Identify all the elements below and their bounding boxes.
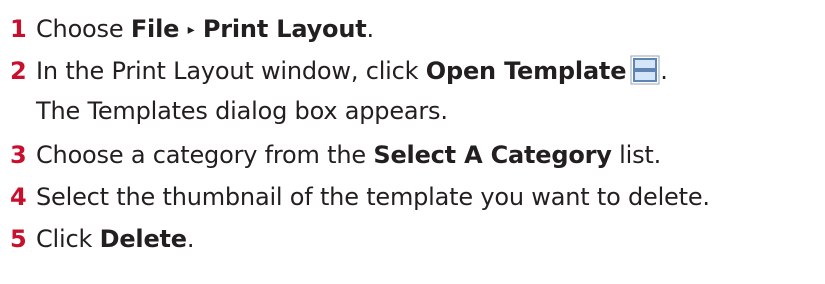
select-category-label: Select A Category xyxy=(373,141,612,169)
menu-file-label: File xyxy=(130,15,180,43)
step-text: In the Print Layout window, click xyxy=(36,57,426,85)
step-1: 1 Choose File ▸ Print Layout. xyxy=(10,12,374,47)
step-2-result: The Templates dialog box appears. xyxy=(36,97,448,125)
delete-label: Delete xyxy=(99,225,187,253)
step-text: Click xyxy=(36,225,100,253)
step-number: 2 xyxy=(10,57,27,85)
step-text: Choose xyxy=(36,15,131,43)
step-3: 3 Choose a category from the Select A Cat… xyxy=(10,138,661,172)
menu-arrow-icon: ▸ xyxy=(187,22,195,38)
step-text-end: . xyxy=(186,225,195,253)
step-number: 5 xyxy=(10,225,27,253)
step-text: Choose a category from the xyxy=(36,141,374,169)
open-template-icon xyxy=(630,55,660,85)
step-text-end: . xyxy=(660,57,668,85)
step-text-end: list. xyxy=(611,141,662,169)
step-2: 2 In the Print Layout window, click Open … xyxy=(10,54,668,88)
step-4: 4 Select the thumbnail of the template yo… xyxy=(10,180,710,214)
open-template-label: Open Template xyxy=(425,57,627,85)
step-number: 1 xyxy=(10,15,27,43)
step-5: 5 Click Delete. xyxy=(10,222,195,256)
step-text: Select the thumbnail of the template you… xyxy=(36,183,710,211)
menu-print-layout-label: Print Layout xyxy=(202,15,367,43)
step-number: 4 xyxy=(10,183,27,211)
step-text-end: . xyxy=(366,15,374,43)
step-number: 3 xyxy=(10,141,27,169)
